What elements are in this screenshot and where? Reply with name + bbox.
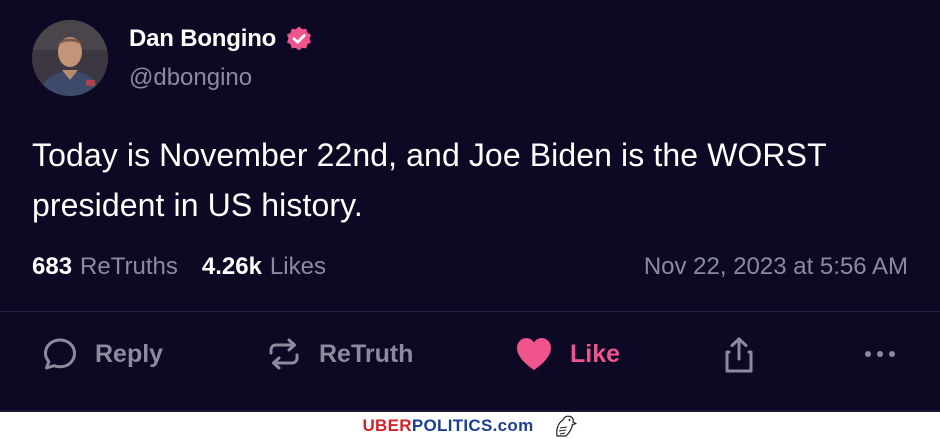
post-card: Dan Bongino @dbongino Today is November … [0, 0, 940, 412]
retruths-count[interactable]: 683 [32, 253, 72, 281]
like-label: Like [570, 339, 621, 368]
verified-badge-icon [287, 26, 312, 51]
post-text: Today is November 22nd, and Joe Biden is… [32, 137, 827, 223]
eagle-logo-icon [555, 415, 577, 437]
author-handle[interactable]: @dbongino [129, 64, 252, 92]
like-button[interactable]: Like [515, 336, 620, 372]
watermark-text: UBERPOLITICS.com [362, 415, 534, 435]
post-timestamp: Nov 22, 2023 at 5:56 AM [643, 253, 908, 280]
avatar-image [32, 20, 108, 96]
heart-icon [517, 338, 551, 370]
more-dots-icon [865, 351, 895, 357]
reply-label: Reply [95, 339, 164, 368]
post-stats: 683 ReTruths 4.26k Likes [32, 253, 326, 281]
avatar[interactable] [32, 20, 108, 96]
retruth-button[interactable]: ReTruth [266, 336, 413, 372]
watermark-bar: UBERPOLITICS.com [0, 412, 940, 439]
retruths-label[interactable]: ReTruths [80, 253, 178, 281]
share-button[interactable] [721, 336, 757, 374]
share-icon [725, 337, 753, 373]
author-name-row: Dan Bongino [129, 25, 313, 53]
likes-count[interactable]: 4.26k [202, 253, 262, 281]
speech-bubble-icon [44, 338, 76, 370]
divider [0, 311, 940, 312]
author-display-name[interactable]: Dan Bongino [129, 25, 276, 53]
reply-button[interactable]: Reply [42, 336, 163, 372]
more-options-button[interactable] [862, 336, 898, 372]
retruth-label: ReTruth [319, 339, 414, 368]
repost-arrows-icon [269, 338, 299, 370]
action-bar: Reply ReTruth Like [0, 322, 940, 390]
likes-label[interactable]: Likes [270, 253, 326, 281]
